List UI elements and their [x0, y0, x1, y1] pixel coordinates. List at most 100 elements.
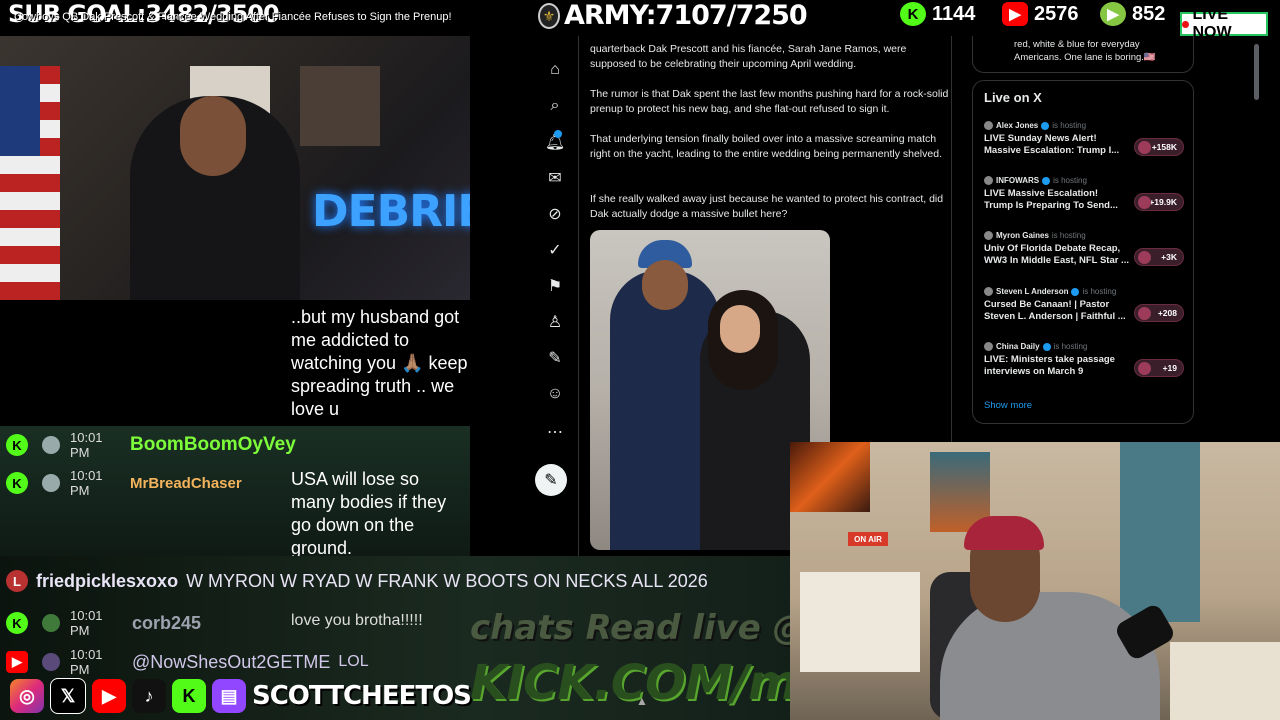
rumble-viewer-count: 852 — [1132, 2, 1166, 25]
social-handle: SCOTTCHEETOS — [252, 681, 472, 711]
listener-count-pill[interactable]: +3K — [1134, 248, 1184, 266]
scrollbar-thumb[interactable] — [1254, 44, 1259, 100]
badge-icon: L — [6, 570, 28, 592]
more-icon[interactable]: ⋯ — [543, 420, 567, 444]
kick-viewer-stat: K 1144 — [900, 2, 975, 26]
chat-row: K 10:01 PM BoomBoomOyVey — [0, 428, 296, 462]
live-on-x-title: Live on X — [984, 90, 1042, 105]
live-item-title: LIVE: Ministers take passage interviews … — [984, 354, 1115, 377]
tiktok-icon[interactable]: ♪ — [132, 679, 166, 713]
rumble-viewer-stat: ▶ 852 — [1100, 2, 1165, 26]
user-avatar-icon — [42, 474, 60, 492]
home-icon[interactable]: ⌂ — [543, 58, 567, 82]
social-icons-bar: ◎ 𝕏 ▶ ♪ K ▤ SCOTTCHEETOS — [0, 676, 472, 716]
listener-avatar — [1138, 251, 1151, 264]
chat-row: L friedpicklesxoxo W MYRON W RYAD W FRAN… — [0, 566, 708, 596]
youtube-viewer-stat: ▶ 2576 — [1002, 2, 1079, 26]
profile-icon[interactable]: ☺ — [543, 382, 567, 406]
articles-icon[interactable]: ✎ — [543, 346, 567, 370]
youtube-icon[interactable]: ▶ — [92, 679, 126, 713]
live-dot-icon — [1182, 20, 1189, 28]
kick-icon: K — [900, 2, 926, 26]
chat-username[interactable]: friedpicklesxoxo — [36, 571, 178, 592]
chat-username[interactable]: @NowShesOut2GETME — [132, 652, 330, 673]
guest-cap — [964, 516, 1044, 550]
premium-icon[interactable]: ✓ — [543, 238, 567, 262]
bed — [1170, 642, 1280, 720]
host-webcam: DEBRIEF — [0, 36, 470, 300]
notification-badge — [554, 130, 562, 138]
twitch-icon[interactable]: ▤ — [212, 679, 246, 713]
chat-time: 10:01 PM — [70, 608, 103, 638]
listener-count: +3K — [1161, 252, 1177, 262]
rumble-icon: ▶ — [1100, 2, 1126, 26]
youtube-viewer-count: 2576 — [1034, 2, 1079, 25]
listener-count-pill[interactable]: +208 — [1134, 304, 1184, 322]
army-badge-icon: ⚜ — [538, 2, 560, 29]
grok-icon[interactable]: ⊘ — [543, 202, 567, 226]
chat-time: 10:01 PM — [70, 468, 103, 498]
post-paragraph: The rumor is that Dak spent the last few… — [590, 88, 949, 115]
bookmarks-icon[interactable]: ⚑ — [543, 274, 567, 298]
listener-avatar — [1138, 362, 1151, 375]
show-more-link[interactable]: Show more — [984, 400, 1032, 411]
user-avatar-icon — [42, 614, 60, 632]
listener-count: +208 — [1157, 308, 1177, 318]
verified-icon — [1041, 121, 1050, 130]
user-avatar-icon — [42, 653, 60, 671]
trend-card-text: red, white & blue for everyday Americans… — [1014, 39, 1156, 63]
background-shelf — [300, 66, 380, 146]
host-head — [180, 96, 246, 176]
hosting-label: is hosting — [1082, 287, 1117, 296]
jobs-icon[interactable]: ♙ — [543, 310, 567, 334]
chat-username[interactable]: corb245 — [132, 613, 201, 634]
chat-username[interactable]: BoomBoomOyVey — [130, 434, 296, 456]
fireplace-screen — [790, 442, 870, 512]
host-avatar — [984, 176, 993, 185]
on-air-sign: ON AIR — [848, 532, 888, 546]
listener-avatar — [1138, 307, 1151, 320]
host-avatar — [984, 342, 993, 351]
host-avatar — [984, 121, 993, 130]
user-avatar-icon — [42, 436, 60, 454]
messages-icon[interactable]: ✉ — [543, 166, 567, 190]
post-paragraph: quarterback Dak Prescott and his fiancée… — [590, 43, 907, 70]
hosting-label: is hosting — [1053, 176, 1087, 185]
host-name: Alex Jones — [996, 121, 1039, 130]
army-count: ARMY:7107/7250 — [564, 0, 808, 31]
host-avatar — [984, 231, 993, 240]
photo-woman-face — [720, 305, 760, 353]
chat-time: 10:01 PM — [70, 430, 103, 460]
host-name: INFOWARS — [996, 176, 1040, 185]
live-now-label: LIVE NOW — [1192, 6, 1232, 41]
listener-count-pill[interactable]: +19.9K — [1134, 193, 1184, 211]
scroll-up-arrow-icon[interactable]: ▲ — [636, 694, 648, 708]
chat-time: 10:01 PM — [70, 647, 103, 677]
hosting-label: is hosting — [1053, 342, 1088, 351]
compose-post-button[interactable]: ✎ — [535, 464, 567, 496]
hosting-label: is hosting — [1051, 231, 1086, 240]
live-item-title: Univ Of Florida Debate Recap, WW3 In Mid… — [984, 243, 1129, 266]
host-avatar — [984, 287, 993, 296]
chat-row: ▶ 10:01 PM @NowShesOut2GETME LOL — [0, 647, 369, 677]
flag-canton — [0, 66, 40, 156]
youtube-icon: ▶ — [6, 651, 28, 673]
kick-icon: K — [6, 434, 28, 456]
chat-message: love you brotha!!!!! — [291, 612, 423, 629]
listener-count-pill[interactable]: +158K — [1134, 138, 1184, 156]
live-item-title: LIVE Massive Escalation! Trump Is Prepar… — [984, 188, 1118, 211]
explore-icon[interactable]: ⌕ — [543, 94, 567, 118]
live-item-title: Cursed Be Canaan! | Pastor Steven L. And… — [984, 299, 1126, 322]
listener-count-pill[interactable]: +19 — [1134, 359, 1184, 377]
kick-icon[interactable]: K — [172, 679, 206, 713]
video-title: Cowboys QB Dak Prescott & Fiancée Weddin… — [14, 11, 452, 23]
host-name: China Daily — [996, 342, 1040, 351]
hosting-label: is hosting — [1052, 121, 1087, 130]
x-icon[interactable]: 𝕏 — [50, 678, 86, 714]
instagram-icon[interactable]: ◎ — [10, 679, 44, 713]
chat-username[interactable]: MrBreadChaser — [130, 475, 242, 492]
dresser — [800, 572, 920, 672]
photo-man-face — [642, 260, 688, 310]
kick-icon: K — [6, 612, 28, 634]
host-name: Steven L Anderson — [996, 287, 1069, 296]
